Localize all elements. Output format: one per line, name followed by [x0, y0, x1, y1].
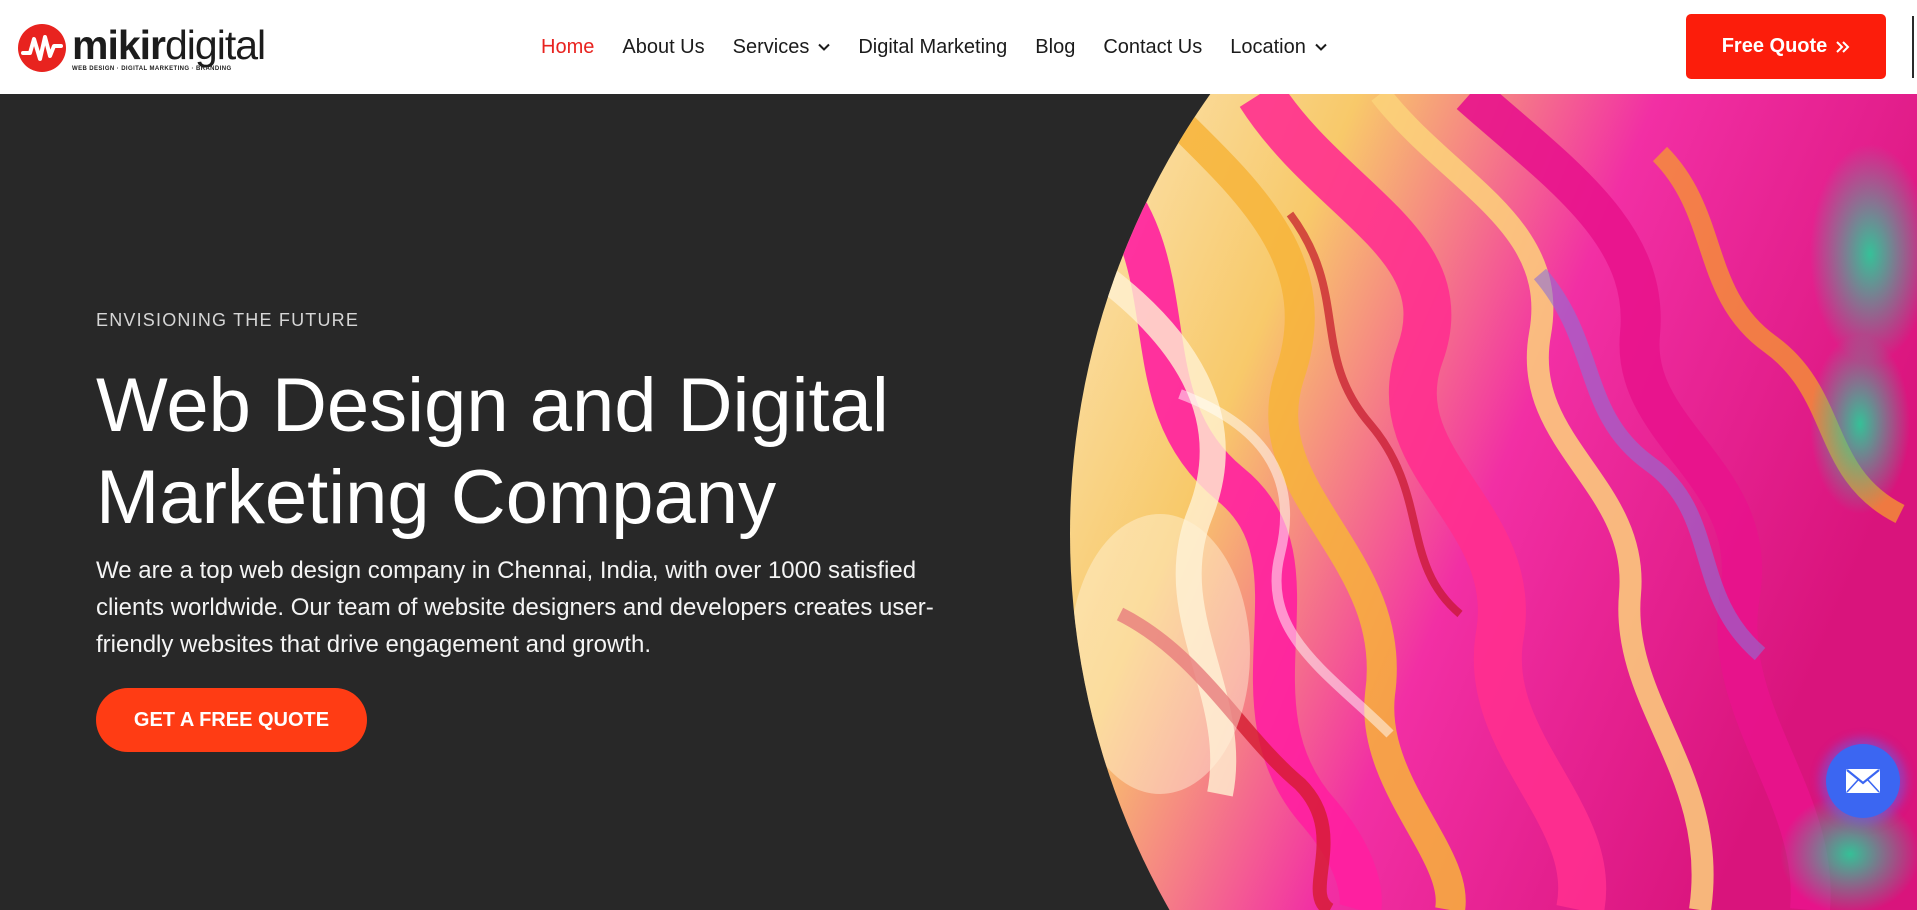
header-divider — [1912, 16, 1914, 78]
cta-label: GET A FREE QUOTE — [133, 708, 330, 731]
pulse-circle-icon — [18, 24, 66, 72]
free-quote-label: Free Quote — [1721, 35, 1828, 57]
get-free-quote-button[interactable]: GET A FREE QUOTE — [96, 688, 367, 752]
nav-item-location[interactable]: Location — [1230, 36, 1327, 59]
brand-name-light: digital — [165, 21, 266, 68]
main-nav: Home About Us Services Digital Marketing… — [541, 0, 1355, 94]
nav-label: Digital Marketing — [858, 35, 1008, 58]
nav-item-blog[interactable]: Blog — [1035, 36, 1075, 59]
nav-item-home[interactable]: Home — [541, 36, 594, 59]
hero-description: We are a top web design company in Chenn… — [96, 557, 934, 658]
brand-name-bold: mikir — [72, 21, 166, 68]
double-chevron-right-icon — [1836, 40, 1850, 53]
brand-name: mikirdigital — [72, 21, 266, 68]
headline-line-2: Marketing Company — [96, 455, 777, 540]
nav-label: Location — [1230, 35, 1306, 58]
chevron-down-icon — [1315, 43, 1327, 51]
hero-headline: Web Design and Digital Marketing Company — [96, 360, 996, 544]
nav-item-contact-us[interactable]: Contact Us — [1103, 36, 1202, 59]
contact-widget-button[interactable] — [1826, 744, 1900, 818]
nav-label: About Us — [622, 35, 705, 58]
logo-text: mikirdigital WEB DESIGN · DIGITAL MARKET… — [72, 21, 266, 72]
hero-section: ENVISIONING THE FUTURE Web Design and Di… — [0, 94, 1917, 910]
hero-eyebrow: ENVISIONING THE FUTURE — [96, 310, 360, 330]
nav-label: Services — [732, 35, 810, 58]
nav-label: Blog — [1035, 35, 1076, 58]
site-logo[interactable]: mikirdigital WEB DESIGN · DIGITAL MARKET… — [18, 21, 266, 74]
brand-tagline: WEB DESIGN · DIGITAL MARKETING · BRANDIN… — [72, 65, 232, 72]
nav-label: Home — [541, 35, 595, 58]
free-quote-button[interactable]: Free Quote — [1686, 14, 1886, 79]
nav-label: Contact Us — [1103, 35, 1203, 58]
site-header: mikirdigital WEB DESIGN · DIGITAL MARKET… — [0, 0, 1917, 94]
chevron-down-icon — [818, 43, 831, 51]
nav-item-about-us[interactable]: About Us — [622, 36, 704, 59]
mail-icon — [1846, 769, 1880, 793]
nav-item-services[interactable]: Services — [733, 36, 831, 59]
headline-line-1: Web Design and Digital — [96, 363, 889, 448]
nav-item-digital-marketing[interactable]: Digital Marketing — [858, 36, 1007, 59]
